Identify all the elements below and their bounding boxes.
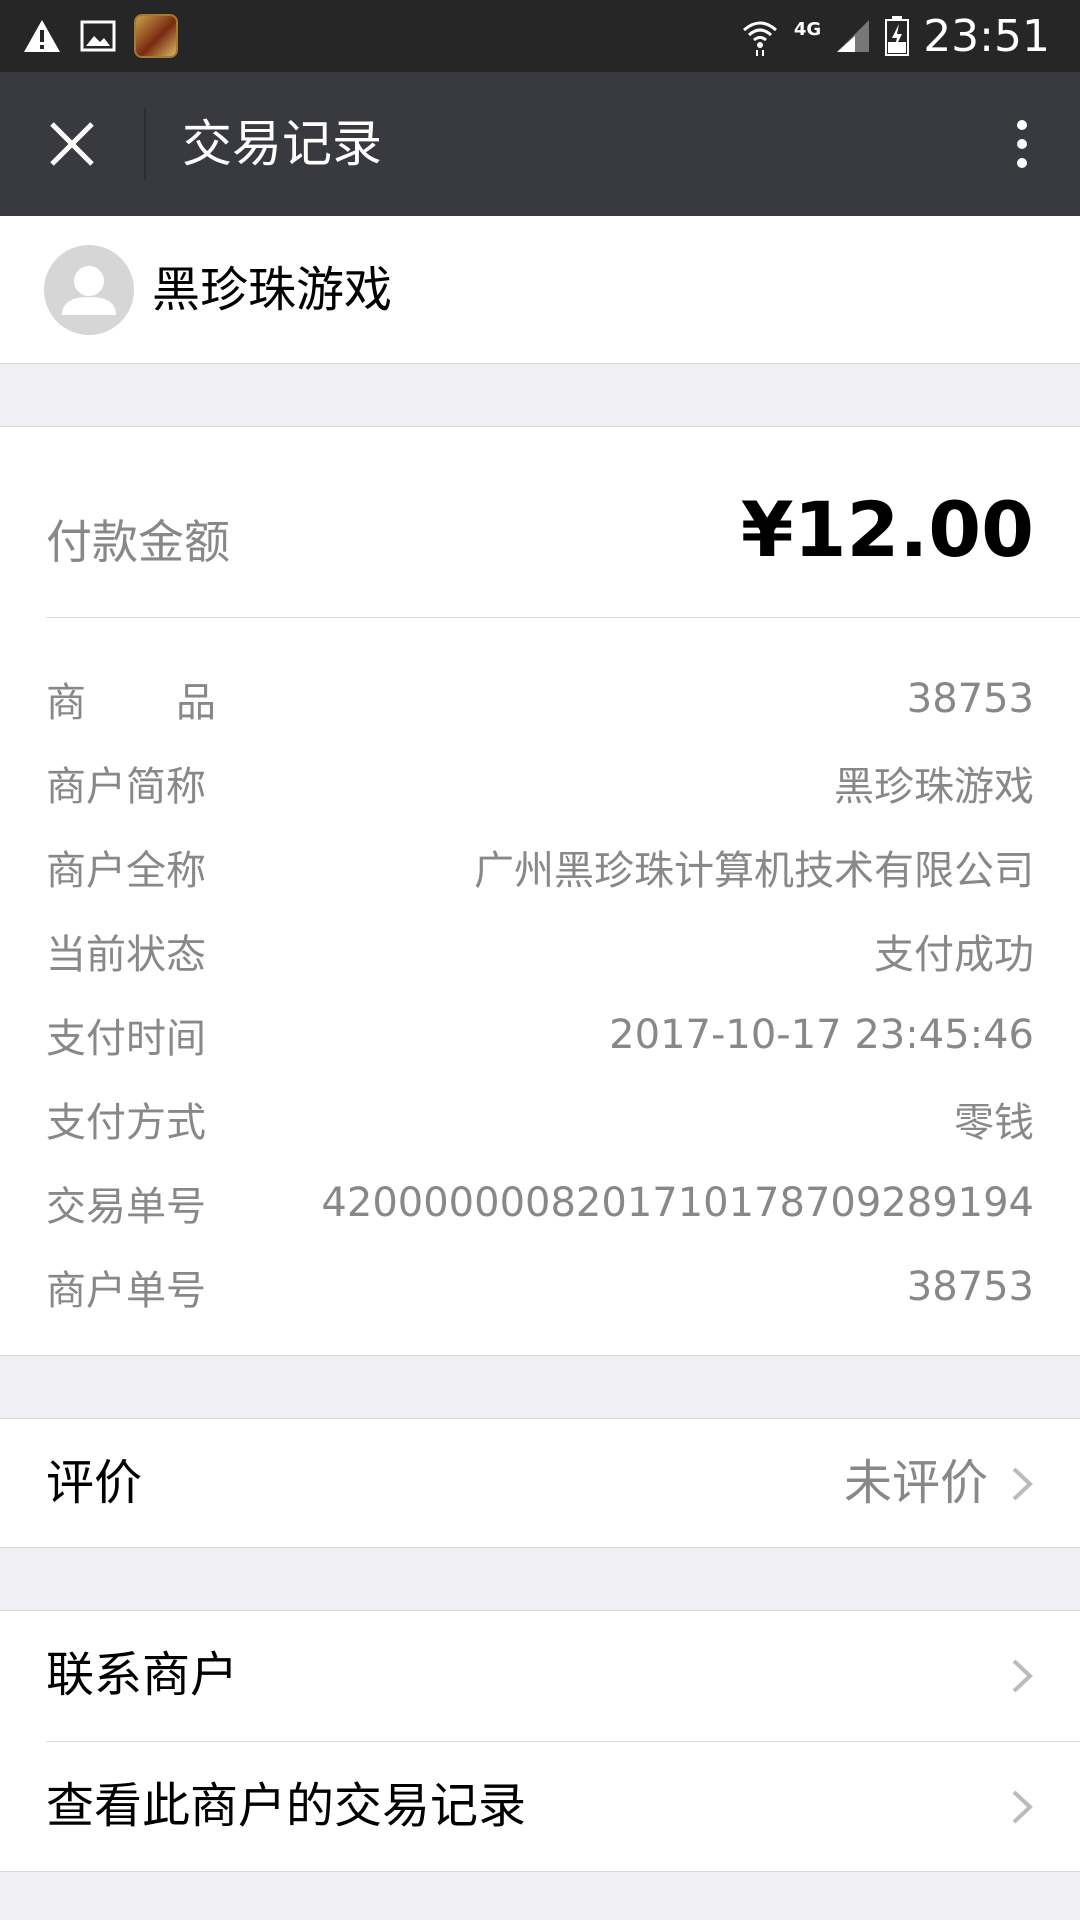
- more-vertical-icon-dot: [1017, 120, 1027, 130]
- detail-label: 支付时间: [46, 1016, 206, 1062]
- user-avatar-icon: [44, 245, 134, 335]
- merchant-header: 黑珍珠游戏: [0, 216, 1080, 364]
- app-icon: [134, 14, 178, 58]
- battery-charging-icon: [885, 16, 910, 56]
- detail-row-merchant-full-name: 商户全称 广州黑珍珠计算机技术有限公司: [46, 825, 1034, 909]
- rating-label: 评价: [46, 1455, 143, 1511]
- detail-row-status: 当前状态 支付成功: [46, 909, 1034, 993]
- detail-label: 商品: [46, 680, 306, 726]
- detail-value: 2017-10-17 23:45:46: [609, 1012, 1034, 1058]
- close-button[interactable]: [30, 104, 114, 184]
- rating-status: 未评价: [843, 1455, 988, 1511]
- payment-detail-card: 付款金额 ¥12.00 商品 38753 商户简称 黑珍珠游戏 商户全称 广州黑…: [0, 426, 1080, 1356]
- wifi-icon: [742, 21, 777, 56]
- detail-label: 支付方式: [46, 1100, 206, 1146]
- amount-value: ¥12.00: [740, 485, 1034, 574]
- detail-row-payment-time: 支付时间 2017-10-17 23:45:46: [46, 993, 1034, 1077]
- more-vertical-icon-dot: [1017, 139, 1027, 149]
- signal-icon: [837, 20, 870, 52]
- detail-label: 商户简称: [46, 764, 206, 810]
- warning-icon: [24, 20, 60, 52]
- detail-label: 商户全称: [46, 848, 206, 894]
- chevron-right-icon: [1012, 1467, 1033, 1501]
- detail-label: 当前状态: [46, 932, 206, 978]
- amount-label: 付款金额: [46, 515, 230, 569]
- detail-rows: 商品 38753 商户简称 黑珍珠游戏 商户全称 广州黑珍珠计算机技术有限公司 …: [46, 657, 1034, 1329]
- detail-row-merchant-short-name: 商户简称 黑珍珠游戏: [46, 741, 1034, 825]
- merchant-actions-group: 联系商户 查看此商户的交易记录: [0, 1610, 1080, 1872]
- detail-value: 支付成功: [874, 932, 1034, 978]
- detail-value: 38753: [906, 1264, 1034, 1310]
- close-icon: [50, 122, 94, 166]
- detail-label: 商户单号: [46, 1268, 206, 1314]
- chevron-right-icon: [1012, 1659, 1033, 1693]
- image-icon: [80, 20, 116, 52]
- page-title: 交易记录: [182, 115, 382, 173]
- detail-row-product: 商品 38753: [46, 657, 1034, 741]
- contact-merchant-label: 联系商户: [46, 1647, 239, 1703]
- status-bar: 4G 23:51: [0, 0, 1080, 72]
- amount-divider: [46, 617, 1080, 618]
- detail-row-transaction-id: 交易单号 4200000008201710178709289194: [46, 1161, 1034, 1245]
- detail-label: 交易单号: [46, 1184, 206, 1230]
- status-bar-right: 4G 23:51: [740, 0, 1050, 72]
- detail-value: 零钱: [954, 1100, 1034, 1146]
- more-vertical-icon-dot: [1017, 158, 1027, 168]
- chevron-right-icon: [1012, 1790, 1033, 1824]
- title-divider: [144, 108, 146, 180]
- detail-row-merchant-order-id: 商户单号 38753: [46, 1245, 1034, 1329]
- contact-merchant-button[interactable]: 联系商户: [0, 1611, 1080, 1741]
- network-type-label: 4G: [793, 18, 822, 40]
- status-time: 23:51: [923, 10, 1050, 62]
- title-bar: 交易记录: [0, 72, 1080, 216]
- detail-value: 4200000008201710178709289194: [321, 1180, 1034, 1226]
- status-bar-left: [22, 14, 178, 58]
- more-options-button[interactable]: [990, 108, 1054, 180]
- view-merchant-records-button[interactable]: 查看此商户的交易记录: [0, 1742, 1080, 1872]
- detail-value: 广州黑珍珠计算机技术有限公司: [474, 848, 1034, 894]
- rating-row[interactable]: 评价 未评价: [0, 1418, 1080, 1548]
- detail-value: 黑珍珠游戏: [834, 764, 1034, 810]
- detail-row-payment-method: 支付方式 零钱: [46, 1077, 1034, 1161]
- view-merchant-records-label: 查看此商户的交易记录: [46, 1778, 527, 1834]
- detail-value: 38753: [906, 676, 1034, 722]
- merchant-name: 黑珍珠游戏: [152, 262, 393, 318]
